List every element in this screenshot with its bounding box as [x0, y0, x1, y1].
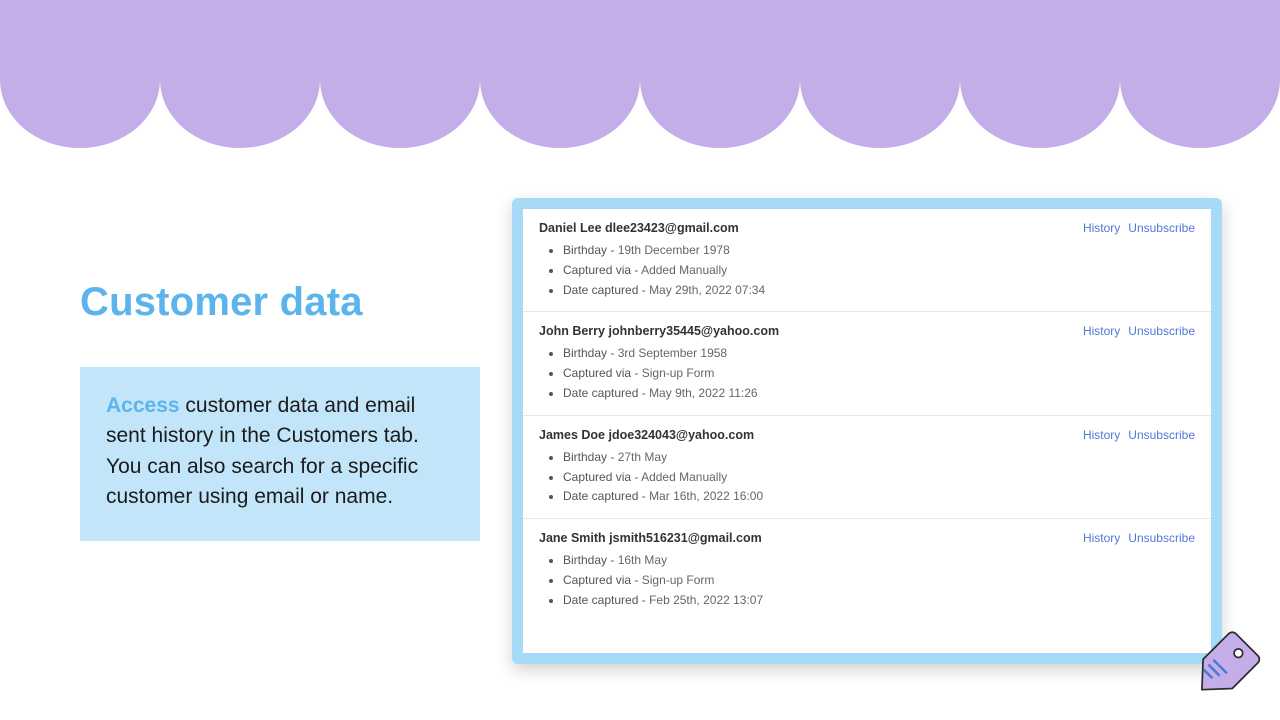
detail-value: May 29th, 2022 07:34	[649, 283, 765, 297]
detail-label: Date captured	[563, 489, 638, 503]
detail-label: Birthday	[563, 450, 607, 464]
customer-name: James Doe jdoe324043@yahoo.com	[539, 428, 754, 442]
customer-header: Daniel Lee dlee23423@gmail.com History Uns…	[539, 221, 1195, 235]
customer-actions: History Unsubscribe	[1075, 221, 1195, 235]
customer-name-text: John Berry	[539, 324, 605, 338]
customer-email: jsmith516231@gmail.com	[609, 531, 762, 545]
customer-name-text: Daniel Lee	[539, 221, 602, 235]
detail-value: Added Manually	[641, 263, 727, 277]
description-box: Access customer data and email sent hist…	[80, 367, 480, 541]
detail-value: 3rd September 1958	[618, 346, 727, 360]
customer-detail-item: Captured via - Added Manually	[563, 468, 1195, 488]
customer-detail-item: Captured via - Sign-up Form	[563, 571, 1195, 591]
tag-icon	[1182, 626, 1268, 712]
detail-value: Added Manually	[641, 470, 727, 484]
customer-details: Birthday - 19th December 1978Captured vi…	[539, 241, 1195, 300]
customer-detail-item: Birthday - 27th May	[563, 448, 1195, 468]
history-link[interactable]: History	[1083, 428, 1120, 442]
customer-details: Birthday - 3rd September 1958Captured vi…	[539, 344, 1195, 403]
customer-detail-item: Birthday - 3rd September 1958	[563, 344, 1195, 364]
detail-label: Birthday	[563, 346, 607, 360]
description-accent: Access	[106, 394, 180, 417]
detail-label: Birthday	[563, 243, 607, 257]
customer-email: dlee23423@gmail.com	[605, 221, 739, 235]
scallop-header	[0, 0, 1280, 150]
customer-name: Daniel Lee dlee23423@gmail.com	[539, 221, 739, 235]
customer-name: John Berry johnberry35445@yahoo.com	[539, 324, 779, 338]
unsubscribe-link[interactable]: Unsubscribe	[1128, 324, 1195, 338]
customer-detail-item: Birthday - 16th May	[563, 551, 1195, 571]
customer-email: johnberry35445@yahoo.com	[608, 324, 779, 338]
customer-actions: History Unsubscribe	[1075, 324, 1195, 338]
customer-row: James Doe jdoe324043@yahoo.com History Uns…	[523, 416, 1211, 519]
customer-actions: History Unsubscribe	[1075, 531, 1195, 545]
customer-header: John Berry johnberry35445@yahoo.com Histo…	[539, 324, 1195, 338]
customer-detail-item: Captured via - Added Manually	[563, 261, 1195, 281]
detail-label: Captured via	[563, 263, 631, 277]
detail-value: Sign-up Form	[642, 573, 715, 587]
customer-actions: History Unsubscribe	[1075, 428, 1195, 442]
detail-value: 19th December 1978	[618, 243, 730, 257]
customer-name-text: James Doe	[539, 428, 605, 442]
detail-label: Date captured	[563, 386, 638, 400]
detail-label: Birthday	[563, 553, 607, 567]
customer-row: John Berry johnberry35445@yahoo.com Histo…	[523, 312, 1211, 415]
customer-row: Jane Smith jsmith516231@gmail.com History…	[523, 519, 1211, 621]
unsubscribe-link[interactable]: Unsubscribe	[1128, 428, 1195, 442]
detail-value: May 9th, 2022 11:26	[649, 386, 758, 400]
customer-detail-item: Date captured - Feb 25th, 2022 13:07	[563, 591, 1195, 611]
customer-detail-item: Birthday - 19th December 1978	[563, 241, 1195, 261]
customer-detail-item: Date captured - May 29th, 2022 07:34	[563, 281, 1195, 301]
customer-header: James Doe jdoe324043@yahoo.com History Uns…	[539, 428, 1195, 442]
customer-details: Birthday - 27th MayCaptured via - Added …	[539, 448, 1195, 507]
customer-details: Birthday - 16th MayCaptured via - Sign-u…	[539, 551, 1195, 610]
customer-detail-item: Date captured - Mar 16th, 2022 16:00	[563, 487, 1195, 507]
detail-label: Date captured	[563, 283, 638, 297]
detail-label: Date captured	[563, 593, 638, 607]
page-title: Customer data	[80, 280, 480, 325]
unsubscribe-link[interactable]: Unsubscribe	[1128, 221, 1195, 235]
customer-detail-item: Date captured - May 9th, 2022 11:26	[563, 384, 1195, 404]
detail-value: 27th May	[618, 450, 667, 464]
detail-value: Mar 16th, 2022 16:00	[649, 489, 763, 503]
detail-value: Feb 25th, 2022 13:07	[649, 593, 763, 607]
customers-panel-frame: Daniel Lee dlee23423@gmail.com History Uns…	[512, 198, 1222, 664]
history-link[interactable]: History	[1083, 324, 1120, 338]
detail-label: Captured via	[563, 470, 631, 484]
customer-email: jdoe324043@yahoo.com	[609, 428, 755, 442]
history-link[interactable]: History	[1083, 531, 1120, 545]
detail-value: 16th May	[618, 553, 667, 567]
detail-label: Captured via	[563, 573, 631, 587]
detail-label: Captured via	[563, 366, 631, 380]
customer-row: Daniel Lee dlee23423@gmail.com History Uns…	[523, 209, 1211, 312]
customer-name: Jane Smith jsmith516231@gmail.com	[539, 531, 762, 545]
customers-panel: Daniel Lee dlee23423@gmail.com History Uns…	[523, 209, 1211, 653]
history-link[interactable]: History	[1083, 221, 1120, 235]
detail-value: Sign-up Form	[642, 366, 715, 380]
unsubscribe-link[interactable]: Unsubscribe	[1128, 531, 1195, 545]
customer-name-text: Jane Smith	[539, 531, 606, 545]
customer-detail-item: Captured via - Sign-up Form	[563, 364, 1195, 384]
customer-header: Jane Smith jsmith516231@gmail.com History…	[539, 531, 1195, 545]
